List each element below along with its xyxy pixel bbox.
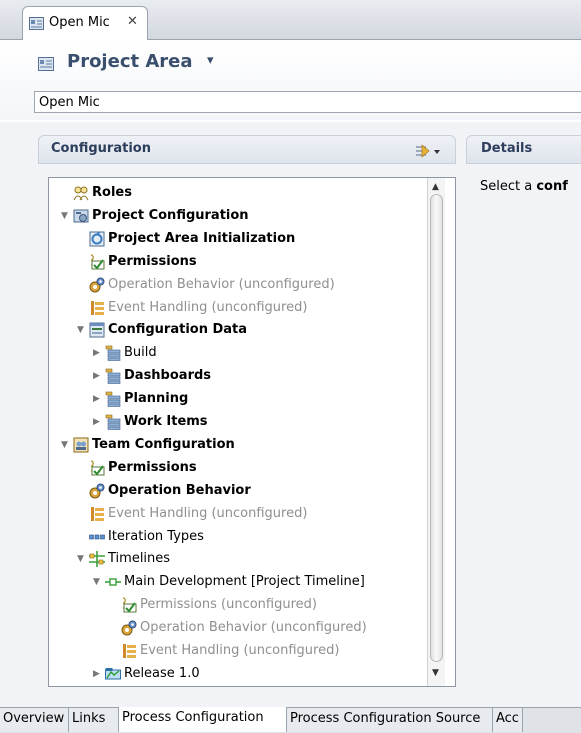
expand-triangle-icon[interactable]: ▼ [61,434,72,456]
release-icon [105,666,121,682]
collapse-triangle-icon[interactable]: ▶ [93,365,104,387]
tree-item-label: Timelines [108,551,171,567]
tree-item-label: Team Configuration [92,436,235,452]
scrollbar-thumb[interactable] [430,194,443,662]
permissions-icon [89,460,105,476]
configuration-section-header: Configuration [38,135,456,164]
details-message-bold: conf [536,179,568,194]
data-category-icon [105,345,121,362]
collapse-triangle-icon[interactable]: ▶ [93,411,104,433]
scroll-up-icon[interactable]: ▲ [432,182,439,192]
tree-item-label: Project Configuration [92,207,249,223]
tree-item-label: Operation Behavior (unconfigured) [108,276,335,292]
expand-triangle-icon[interactable]: ▼ [77,319,88,341]
permissions-icon [121,597,137,613]
event-handling-icon [89,300,105,316]
tree-item-label: Event Handling (unconfigured) [108,299,308,315]
tree-item-label: Planning [124,391,189,407]
permissions-icon [89,254,105,270]
project-name-field[interactable] [34,91,581,113]
configuration-data-icon [89,322,105,338]
toolbar-menu-icon[interactable] [413,143,443,159]
tree-item-label: Project Area Initialization [108,230,296,246]
editor-header: Project Area ▾ [0,40,581,120]
collapse-triangle-icon[interactable]: ▶ [93,388,104,410]
details-section-header: Details [466,135,581,164]
expand-triangle-icon[interactable]: ▼ [61,205,72,227]
event-handling-icon [121,643,137,659]
timelines-icon [89,551,105,568]
chevron-down-icon[interactable]: ▾ [207,53,214,68]
project-config-icon [73,208,89,224]
tree-item-label: Operation Behavior [108,482,251,498]
editor-page-tabs: Overview Links Process Configuration Proces… [0,707,581,733]
operation-behavior-icon [89,483,105,499]
tree-item-label: Event Handling (unconfigured) [108,505,308,521]
initialization-icon [89,231,105,247]
tab-acc[interactable]: Acc [493,708,523,732]
timeline-icon [105,574,121,590]
details-title: Details [481,141,533,156]
tab-process-configuration[interactable]: Process Configuration [119,707,287,732]
data-category-icon [105,391,121,407]
configuration-tree[interactable]: ▲ ▼ Roles ▼ Project Configuration Project A… [48,177,456,687]
tree-item-label: Dashboards [124,368,212,384]
details-section: Details Select a conf [466,135,581,700]
editor-body: Configuration ▲ ▼ Roles ▼ Project Configur… [0,122,581,707]
roles-icon [73,185,89,201]
event-handling-icon [89,506,105,522]
iteration-types-icon [89,529,105,545]
tree-item-label: Roles [92,185,132,200]
editor-tab-strip: Open Mic ✕ [0,0,581,41]
tree-item-label: Permissions [108,253,197,269]
data-category-icon [105,368,121,384]
page-title: Project Area [67,51,193,72]
tree-item-label: Operation Behavior (unconfigured) [140,620,367,636]
tree-item-label: Iteration Types [108,528,204,544]
project-area-icon [38,57,54,71]
expand-triangle-icon[interactable]: ▼ [93,571,104,593]
scroll-down-icon[interactable]: ▼ [432,668,439,678]
project-area-icon [29,17,44,30]
tab-links[interactable]: Links [69,708,119,732]
details-message-prefix: Select a [480,179,537,194]
tree-item-label: Build [124,345,157,361]
tree-item-label: Configuration Data [108,322,248,338]
operation-behavior-icon [121,620,137,636]
tree-item-label: Work Items [124,414,208,429]
configuration-section: Configuration ▲ ▼ Roles ▼ Project Configur… [38,135,456,700]
tree-scrollbar[interactable]: ▲ ▼ [427,178,445,686]
data-category-icon [105,414,121,430]
tree-item-label: Permissions (unconfigured) [140,597,317,613]
editor-tab-label: Open Mic [49,15,110,30]
tab-process-configuration-source[interactable]: Process Configuration Source [287,708,493,732]
collapse-triangle-icon[interactable]: ▶ [93,342,104,364]
configuration-title: Configuration [51,141,151,156]
tree-item-label: Permissions [108,459,197,475]
tab-overview[interactable]: Overview [0,708,69,732]
expand-triangle-icon[interactable]: ▼ [77,548,88,570]
details-message: Select a conf [480,179,568,194]
editor-tab-open-mic[interactable]: Open Mic ✕ [22,6,148,41]
team-config-icon [73,437,89,453]
tree-item-label: Release 1.0 [124,665,200,681]
close-icon[interactable]: ✕ [127,14,138,29]
tree-item-label: Event Handling (unconfigured) [140,643,340,658]
tree-item-label: Main Development [Project Timeline] [124,574,365,590]
operation-behavior-icon [89,277,105,293]
collapse-triangle-icon[interactable]: ▶ [93,663,104,685]
